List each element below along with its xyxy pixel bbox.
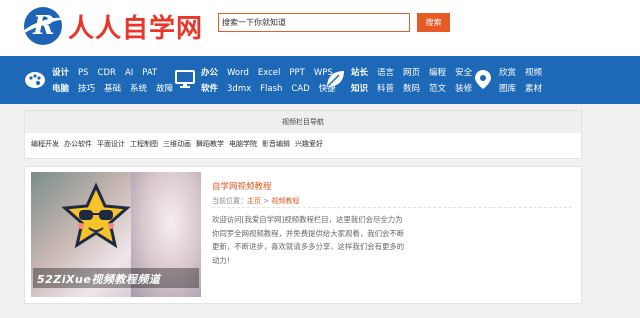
colnav-title: 视频栏目导航 [25,111,581,133]
nav-item[interactable]: 装修 [455,84,472,94]
nav-group-webmaster: 站长 语言 网页 编程 安全 知识 科普 数码 范文 装修 [324,56,474,104]
channel-description: 欢迎访问[我爱自学网]视频教程栏目，这里我们会尽全力为你同罗全网视频教程，并免费… [212,215,405,265]
site-logo[interactable]: R 人人自学网 [24,6,203,46]
breadcrumb-current-link[interactable]: 视频教程 [271,197,299,205]
nav-item[interactable]: 数码 [403,84,420,94]
nav-item[interactable]: Excel [258,68,281,78]
nav-item[interactable]: 3dmx [227,84,251,94]
nav-item[interactable]: PS [78,68,89,78]
divider [212,207,572,208]
header: R 人人自学网 搜索一下你就知道 搜索 [0,0,640,56]
nav-row: 欣赏 视频 [499,66,551,78]
nav-row: 站长 语言 网页 编程 安全 [351,66,481,78]
nav-item[interactable]: 软件 [201,84,218,94]
logo-text: 人人自学网 [68,13,204,44]
video-column-nav: 视频栏目导航 编程开发 办公软件 平面设计 工程制图 三维动画 舞蹈教学 电脑学院 影音编辑兴… [24,110,582,159]
breadcrumb-home-link[interactable]: 主页 [247,197,261,205]
nav-item[interactable]: CAD [291,84,309,94]
nav-item[interactable]: 系统 [130,84,147,94]
colnav-link[interactable]: 办公软件 [64,140,92,148]
nav-row: 设计 PS CDR AI PAT [52,66,166,78]
colnav-link[interactable]: 编程开发 [31,140,59,148]
nav-item[interactable]: 网页 [403,68,420,78]
channel-card: 52ZiXue视频教程频道 自学网视频教程 当前位置：主页 > 视频教程 欢迎访… [24,166,582,304]
search-button[interactable]: 搜索 [417,13,450,32]
logo-icon: R [24,7,62,45]
nav-group-media: 欣赏 视频 图库 素材 [472,56,572,104]
brush-icon [25,72,45,88]
nav-item[interactable]: 基础 [104,84,121,94]
channel-title[interactable]: 自学网视频教程 [212,180,272,192]
nav-item[interactable]: 语言 [377,68,394,78]
nav-item[interactable]: 视频 [525,68,542,78]
colnav-link[interactable]: 三维动画 [163,140,191,148]
nav-item[interactable]: 技巧 [78,84,95,94]
colnav-link[interactable]: 工程制图 [130,140,158,148]
nav-item[interactable]: Word [227,68,249,78]
nav-row: 知识 科普 数码 范文 装修 [351,82,481,94]
nav-item[interactable]: 编程 [429,68,446,78]
channel-banner-image[interactable]: 52ZiXue视频教程频道 [31,172,201,297]
search-input[interactable]: 搜索一下你就知道 [218,13,410,32]
colnav-link[interactable]: 兴趣爱好 [295,140,323,148]
nav-item[interactable]: 范文 [429,84,446,94]
nav-item[interactable]: Flash [260,84,282,94]
nav-item[interactable]: 故障 [156,84,173,94]
breadcrumb-label: 当前位置： [212,197,247,205]
nav-item[interactable]: 办公 [201,68,218,78]
nav-item[interactable]: 素材 [525,84,542,94]
nav-group-design: 设计 PS CDR AI PAT 电脑 技巧 基础 系统 故障 [24,56,173,104]
main-nav: 设计 PS CDR AI PAT 电脑 技巧 基础 系统 故障 办公 Word Excel PPT WP… [0,56,640,104]
nav-item[interactable]: 欣赏 [499,68,516,78]
nav-item[interactable]: 设计 [52,68,69,78]
nav-row: 办公 Word Excel PPT WPS [201,66,342,78]
nav-item[interactable]: 站长 [351,68,368,78]
colnav-link[interactable]: 平面设计 [97,140,125,148]
nav-item[interactable]: PPT [289,68,304,78]
nav-item[interactable]: 知识 [351,84,368,94]
breadcrumb-separator: > [261,197,272,205]
nav-item[interactable]: 电脑 [52,84,69,94]
nav-row: 电脑 技巧 基础 系统 故障 [52,82,182,94]
nav-item[interactable]: 科普 [377,84,394,94]
nav-item[interactable]: 安全 [455,68,472,78]
colnav-link[interactable]: 舞蹈教学 [196,140,224,148]
nav-item[interactable]: PAT [142,68,157,78]
nav-item[interactable]: CDR [98,68,116,78]
monitor-icon [175,70,195,88]
colnav-link[interactable]: 影音编辑 [262,140,290,148]
nav-group-office: 办公 Word Excel PPT WPS 软件 3dmx Flash CAD 快捷 [174,56,336,104]
breadcrumb: 当前位置：主页 > 视频教程 [212,196,299,206]
banner-caption: 52ZiXue视频教程频道 [33,268,199,288]
location-pin-icon [475,70,491,89]
mascot-icon [61,182,131,249]
colnav-links: 编程开发 办公软件 平面设计 工程制图 三维动画 舞蹈教学 电脑学院 影音编辑 兴趣爱好 [31,139,328,149]
leaf-icon [327,71,344,87]
nav-item[interactable]: AI [125,68,133,78]
nav-row: 图库 素材 [499,82,551,94]
colnav-link[interactable]: 电脑学院 [229,140,257,148]
nav-item[interactable]: 图库 [499,84,516,94]
